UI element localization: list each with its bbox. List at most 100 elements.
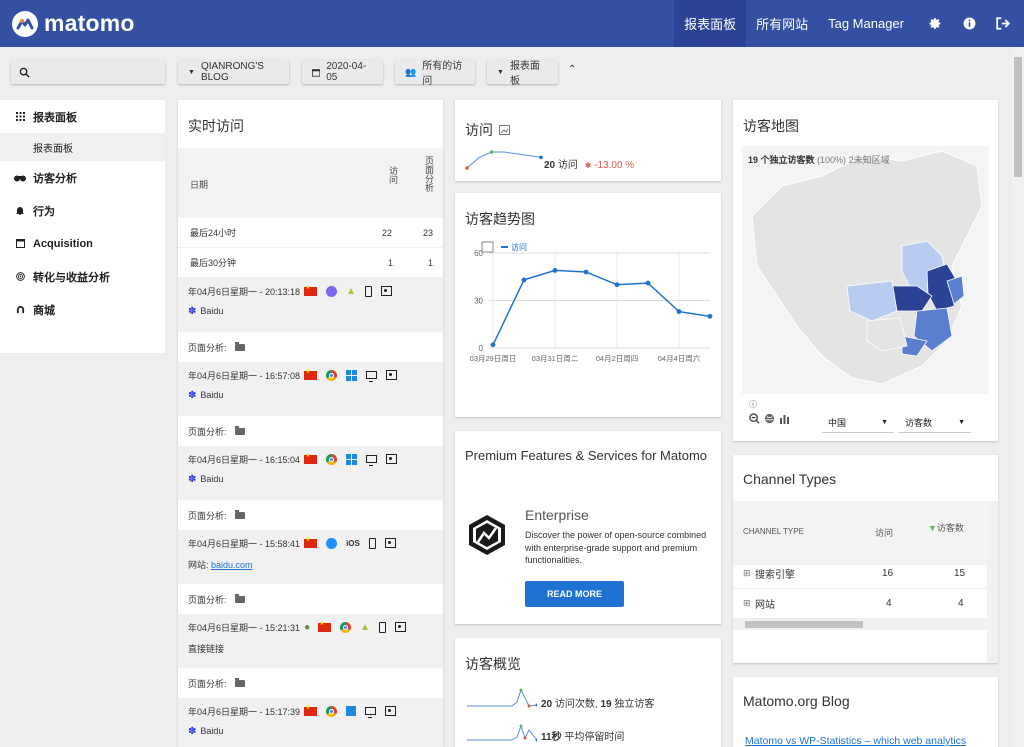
bar-chart-icon[interactable] bbox=[779, 413, 791, 424]
brand-name: matomo bbox=[44, 10, 135, 36]
sparkline-path bbox=[466, 151, 542, 169]
map-stat-visitors: 19 个独立访客数 bbox=[748, 155, 815, 165]
caret-down-icon: ▼ bbox=[497, 68, 504, 76]
matomo-logo-icon bbox=[12, 10, 38, 37]
page-scrollbar[interactable] bbox=[1012, 47, 1024, 747]
site-selector[interactable]: ▼ QIANRONG'S BLOG bbox=[178, 60, 289, 84]
visit-log-entry[interactable]: 年04月6日星期一 - 20:13:18 ▲ ✽Baidu 页面分析: bbox=[178, 278, 443, 362]
table-row[interactable]: ⊞ 网站 4 4 bbox=[733, 589, 987, 619]
realtime-widget: 实时访问 日期 访问 页面分析 最后24小时 22 23 最后30分钟 1 1 … bbox=[178, 100, 443, 747]
visit-source-prefix: 网站: bbox=[188, 560, 209, 570]
china-flag-icon bbox=[304, 368, 318, 380]
overview-avg-time-label: 平均停留时间 bbox=[561, 732, 625, 743]
visit-log-entry[interactable]: 年04月6日星期一 - 15:17:39 ✽Baidu 页面分析: bbox=[178, 698, 443, 747]
channel-title: Channel Types bbox=[743, 471, 837, 487]
visit-log-entry[interactable]: 年04月6日星期一 - 15:21:31 ● ▲ 直接链接 页面分析: bbox=[178, 614, 443, 698]
folder-icon bbox=[234, 593, 245, 603]
sidebar-item-label: 行为 bbox=[33, 205, 55, 218]
y-tick-label: 0 bbox=[479, 344, 484, 353]
col-channel-type[interactable]: CHANNEL TYPE bbox=[743, 527, 804, 536]
map-info-icon[interactable]: ⓘ bbox=[749, 399, 757, 410]
overview-sparkline-time bbox=[467, 724, 537, 742]
visitor-profile-icon[interactable] bbox=[395, 622, 407, 632]
sidebar-item-dashboard[interactable]: 报表面板 bbox=[0, 100, 165, 133]
table-row[interactable]: ⊞ 搜索引擎 16 15 bbox=[733, 559, 987, 589]
enterprise-logo-icon bbox=[469, 515, 505, 555]
search-input[interactable] bbox=[11, 60, 165, 84]
sidebar-item-acquisition[interactable]: Acquisition bbox=[0, 227, 165, 260]
visitor-profile-icon[interactable] bbox=[386, 370, 398, 380]
data-point bbox=[645, 280, 651, 286]
nav-tag-manager[interactable]: Tag Manager bbox=[818, 0, 914, 47]
chrome-icon bbox=[326, 369, 338, 381]
baidu-icon: ✽ bbox=[188, 390, 197, 401]
gear-icon[interactable] bbox=[918, 0, 952, 47]
caret-down-icon: ▼ bbox=[188, 68, 195, 76]
map-metric-select[interactable]: 访客数 ▼ bbox=[899, 412, 971, 433]
folder-icon bbox=[234, 509, 245, 519]
visitor-profile-icon[interactable] bbox=[384, 538, 396, 548]
china-flag-icon bbox=[318, 620, 332, 632]
sidebar-item-goals[interactable]: 转化与收益分析 bbox=[0, 260, 165, 293]
dashboard-selector[interactable]: ▼ 报表面板 bbox=[487, 60, 558, 87]
china-flag-icon bbox=[304, 704, 318, 716]
chart-image-icon bbox=[481, 241, 494, 253]
nav-dashboard[interactable]: 报表面板 bbox=[674, 0, 747, 47]
blog-post-link[interactable]: Matomo vs WP-Statistics – which web anal… bbox=[745, 735, 966, 747]
map-canvas[interactable]: 19 个独立访客数 (100%) 2未知区域 bbox=[742, 146, 989, 394]
sidebar-item-label: Acquisition bbox=[33, 237, 93, 250]
sidebar-subitem-dashboard[interactable]: 报表面板 bbox=[0, 133, 165, 161]
map-region-select[interactable]: 中国 ▼ bbox=[822, 412, 894, 433]
zoom-out-icon[interactable] bbox=[749, 413, 760, 424]
visitor-profile-icon[interactable] bbox=[386, 454, 398, 464]
info-icon[interactable] bbox=[952, 0, 986, 47]
pages-label: 页面分析: bbox=[188, 510, 227, 521]
data-point bbox=[583, 269, 589, 275]
collapse-chevron-icon[interactable]: ⌃ bbox=[568, 64, 576, 75]
map-region-value: 中国 bbox=[828, 417, 847, 428]
page-scrollbar-thumb[interactable] bbox=[1014, 57, 1022, 177]
sidebar-item-ecommerce[interactable]: 商城 bbox=[0, 293, 165, 326]
visit-time: 年04月6日星期一 - 16:15:04 bbox=[188, 454, 301, 465]
nav-all-websites[interactable]: 所有网站 bbox=[746, 0, 818, 47]
sparkline-max-point bbox=[489, 150, 494, 154]
visit-log-entry[interactable]: 年04月6日星期一 - 16:15:04 ✽Baidu 页面分析: bbox=[178, 446, 443, 530]
visit-source: Baidu bbox=[200, 390, 224, 400]
date-selector[interactable]: 2020-04-05 bbox=[302, 60, 383, 84]
channel-visits: 4 bbox=[886, 598, 892, 609]
baidu-icon: ✽ bbox=[188, 726, 197, 737]
sidebar-item-label: 商城 bbox=[33, 304, 55, 317]
sidebar: 报表面板 报表面板 访客分析 行为 Acquisition 转化与收益分析 商城 bbox=[0, 100, 165, 353]
pages-label: 页面分析: bbox=[188, 594, 227, 605]
matomo-logo[interactable]: matomo bbox=[12, 10, 135, 37]
globe-icon[interactable] bbox=[764, 413, 775, 424]
table-row: 最后24小时 22 23 bbox=[178, 218, 443, 248]
expand-icon[interactable]: ⊞ bbox=[743, 568, 751, 579]
sidebar-item-behaviour[interactable]: 行为 bbox=[0, 194, 165, 227]
chart-legend: 访问 bbox=[481, 241, 527, 253]
image-icon[interactable] bbox=[499, 125, 510, 135]
sort-desc-icon: ▼ bbox=[928, 523, 937, 533]
visitor-profile-icon[interactable] bbox=[380, 286, 392, 296]
horizontal-scrollbar[interactable] bbox=[733, 619, 987, 630]
visit-source-link[interactable]: baidu.com bbox=[211, 560, 253, 570]
premium-product: Enterprise bbox=[525, 507, 589, 523]
vertical-scrollbar[interactable] bbox=[987, 501, 998, 663]
map-title: 访客地图 bbox=[743, 118, 799, 134]
sidebar-item-visitors[interactable]: 访客分析 bbox=[0, 161, 165, 194]
scrollbar-thumb[interactable] bbox=[745, 621, 863, 628]
visitor-profile-icon[interactable] bbox=[385, 706, 397, 716]
visit-log-entry[interactable]: 年04月6日星期一 - 15:58:41 iOS 网站: baidu.com 页… bbox=[178, 530, 443, 614]
logout-icon[interactable] bbox=[986, 0, 1020, 47]
firefox-icon bbox=[326, 285, 338, 297]
realtime-table-header: 日期 访问 页面分析 bbox=[178, 148, 443, 218]
segment-selector[interactable]: 👥 所有的访问 bbox=[395, 60, 475, 87]
col-channel-visitors[interactable]: ▼访客数 bbox=[928, 521, 964, 534]
caret-down-icon: ▼ bbox=[881, 418, 888, 426]
visit-log-entry[interactable]: 年04月6日星期一 - 16:57:08 ✽Baidu 页面分析: bbox=[178, 362, 443, 446]
acquisition-icon bbox=[14, 239, 26, 248]
read-more-button[interactable]: READ MORE bbox=[525, 581, 624, 607]
col-channel-visits[interactable]: 访问 bbox=[875, 526, 893, 539]
blog-widget: Matomo.org Blog Matomo vs WP-Statistics … bbox=[733, 677, 998, 747]
expand-icon[interactable]: ⊞ bbox=[743, 598, 751, 609]
